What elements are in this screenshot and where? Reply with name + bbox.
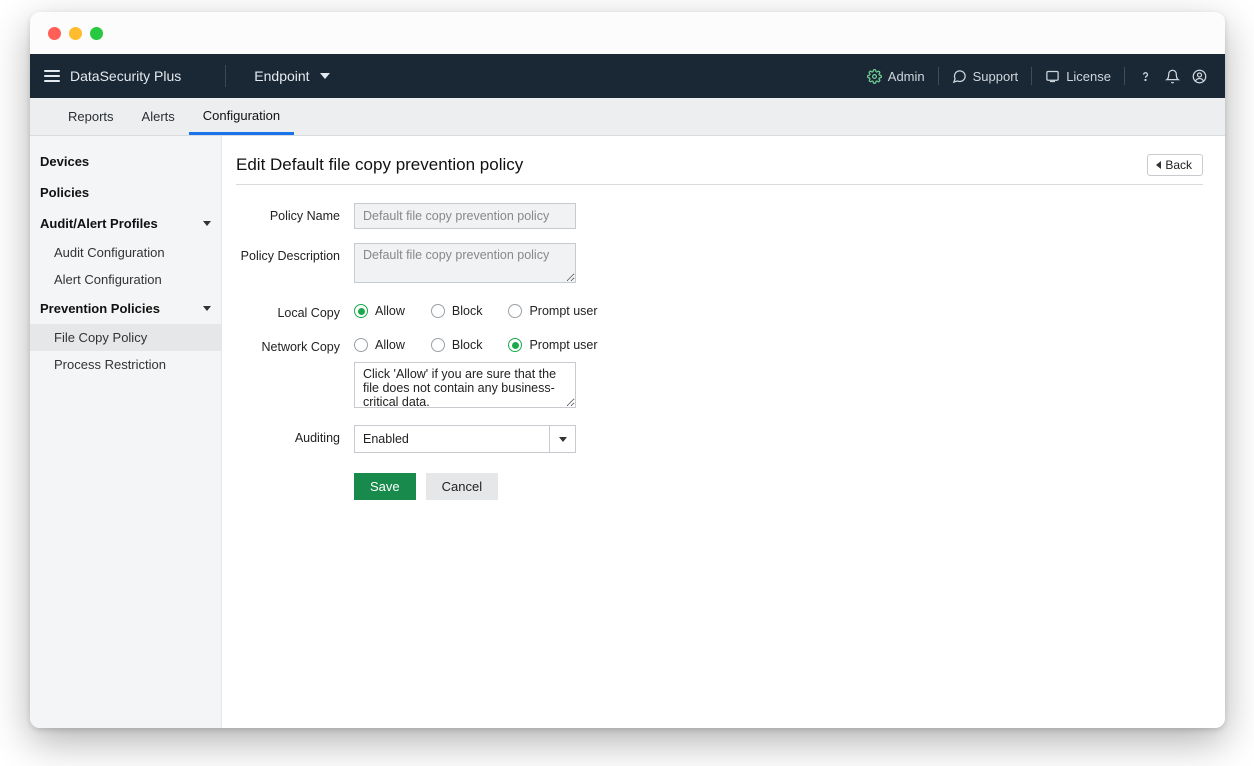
caret-down-icon — [203, 221, 211, 226]
sidebar-audit-profiles[interactable]: Audit/Alert Profiles — [30, 208, 221, 239]
local-copy-radios: Allow Block Prompt user — [354, 300, 598, 318]
tab-reports[interactable]: Reports — [54, 98, 128, 135]
radio-label: Prompt user — [529, 304, 597, 318]
module-selector[interactable]: Endpoint — [240, 68, 329, 84]
divider — [1124, 67, 1125, 85]
policy-form: Policy Name Policy Description Default f… — [236, 203, 1203, 500]
user-icon — [1192, 69, 1207, 84]
chat-icon — [952, 69, 967, 84]
app-window: DataSecurity Plus Endpoint Admin — [30, 12, 1225, 728]
window-zoom-dot[interactable] — [90, 27, 103, 40]
sidebar-audit-config[interactable]: Audit Configuration — [30, 239, 221, 266]
network-copy-radios: Allow Block Prompt user — [354, 334, 598, 352]
chevron-left-icon — [1156, 161, 1161, 169]
support-link[interactable]: Support — [948, 69, 1023, 84]
local-copy-block-radio[interactable]: Block — [431, 304, 483, 318]
caret-down-icon — [549, 426, 575, 452]
page-title: Edit Default file copy prevention policy — [236, 155, 523, 175]
auditing-select[interactable]: Enabled — [354, 425, 576, 453]
bell-icon — [1165, 69, 1180, 84]
notifications-link[interactable] — [1161, 69, 1184, 84]
network-copy-allow-radio[interactable]: Allow — [354, 338, 405, 352]
label-local-copy: Local Copy — [236, 300, 354, 320]
window-titlebar — [30, 12, 1225, 54]
sidebar-process-restriction[interactable]: Process Restriction — [30, 351, 221, 378]
radio-label: Block — [452, 304, 483, 318]
sidebar-prevention-label: Prevention Policies — [40, 301, 160, 316]
radio-label: Allow — [375, 338, 405, 352]
hamburger-icon[interactable] — [44, 70, 60, 82]
app-bar: DataSecurity Plus Endpoint Admin — [30, 54, 1225, 98]
label-auditing: Auditing — [236, 425, 354, 445]
local-copy-prompt-radio[interactable]: Prompt user — [508, 304, 597, 318]
radio-label: Allow — [375, 304, 405, 318]
module-label: Endpoint — [254, 68, 309, 84]
prompt-message-input[interactable]: Click 'Allow' if you are sure that the f… — [354, 362, 576, 408]
tab-alerts[interactable]: Alerts — [128, 98, 189, 135]
label-policy-description: Policy Description — [236, 243, 354, 263]
app-name: DataSecurity Plus — [70, 68, 181, 84]
policy-name-input[interactable] — [354, 203, 576, 229]
help-icon — [1138, 69, 1153, 84]
tab-configuration[interactable]: Configuration — [189, 98, 294, 135]
label-policy-name: Policy Name — [236, 203, 354, 223]
admin-label: Admin — [888, 69, 925, 84]
admin-link[interactable]: Admin — [863, 69, 929, 84]
window-minimize-dot[interactable] — [69, 27, 82, 40]
help-link[interactable] — [1134, 69, 1157, 84]
auditing-value: Enabled — [355, 426, 549, 452]
divider — [1031, 67, 1032, 85]
divider — [225, 65, 226, 87]
back-label: Back — [1165, 158, 1192, 172]
radio-label: Block — [452, 338, 483, 352]
save-button[interactable]: Save — [354, 473, 416, 500]
tab-row: Reports Alerts Configuration — [30, 98, 1225, 136]
caret-down-icon — [203, 306, 211, 311]
sidebar-prevention-policies[interactable]: Prevention Policies — [30, 293, 221, 324]
local-copy-allow-radio[interactable]: Allow — [354, 304, 405, 318]
cancel-button[interactable]: Cancel — [426, 473, 498, 500]
sidebar: Devices Policies Audit/Alert Profiles Au… — [30, 136, 222, 728]
label-network-copy: Network Copy — [236, 334, 354, 354]
support-label: Support — [973, 69, 1019, 84]
divider — [938, 67, 939, 85]
network-copy-prompt-radio[interactable]: Prompt user — [508, 338, 597, 352]
policy-description-input[interactable]: Default file copy prevention policy — [354, 243, 576, 283]
sidebar-policies[interactable]: Policies — [30, 177, 221, 208]
main-content: Edit Default file copy prevention policy… — [222, 136, 1225, 728]
back-button[interactable]: Back — [1147, 154, 1203, 176]
network-copy-block-radio[interactable]: Block — [431, 338, 483, 352]
caret-down-icon — [320, 73, 330, 79]
sidebar-devices[interactable]: Devices — [30, 146, 221, 177]
user-link[interactable] — [1188, 69, 1211, 84]
license-link[interactable]: License — [1041, 69, 1115, 84]
sidebar-alert-config[interactable]: Alert Configuration — [30, 266, 221, 293]
license-label: License — [1066, 69, 1111, 84]
radio-label: Prompt user — [529, 338, 597, 352]
body: Devices Policies Audit/Alert Profiles Au… — [30, 136, 1225, 728]
sidebar-audit-label: Audit/Alert Profiles — [40, 216, 158, 231]
gear-icon — [867, 69, 882, 84]
license-icon — [1045, 69, 1060, 84]
window-close-dot[interactable] — [48, 27, 61, 40]
sidebar-file-copy-policy[interactable]: File Copy Policy — [30, 324, 221, 351]
